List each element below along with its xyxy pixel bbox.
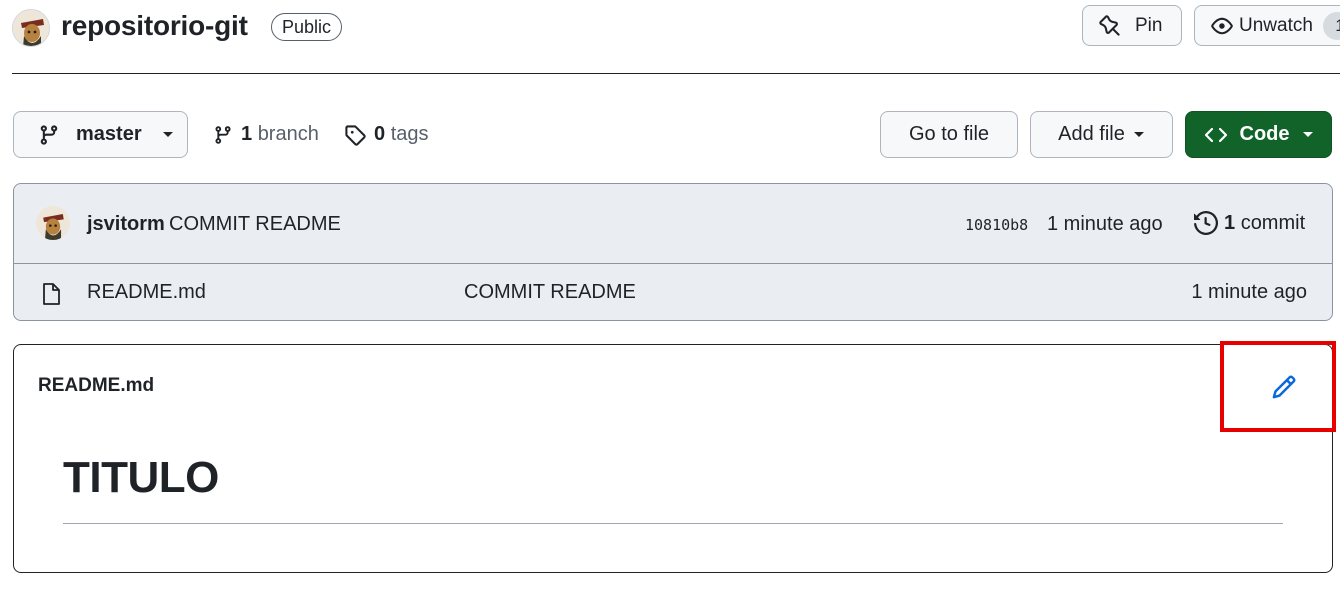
heading-divider bbox=[63, 523, 1283, 524]
file-name[interactable]: README.md bbox=[87, 281, 206, 304]
branch-count: 1 bbox=[241, 123, 253, 145]
commit-word: commit bbox=[1240, 211, 1306, 234]
tags-link[interactable]: 0 tags bbox=[344, 123, 429, 146]
file-browser: jsvitorm COMMIT README 10810b8 1 minute … bbox=[13, 183, 1333, 321]
commit-time: 1 minute ago bbox=[1047, 213, 1163, 235]
readme-panel: README.md TITULO bbox=[13, 344, 1333, 573]
commit-count: 1 bbox=[1224, 211, 1236, 234]
unwatch-label: Unwatch bbox=[1239, 14, 1313, 36]
tag-count: 0 bbox=[374, 123, 386, 145]
file-row[interactable]: README.md COMMIT README 1 minute ago bbox=[14, 264, 1332, 320]
author-avatar[interactable] bbox=[36, 206, 70, 240]
go-to-file-button[interactable]: Go to file bbox=[880, 111, 1018, 158]
pin-label: Pin bbox=[1135, 14, 1163, 36]
code-label: Code bbox=[1239, 123, 1290, 145]
add-file-label: Add file bbox=[1058, 123, 1125, 145]
branch-word: branch bbox=[257, 123, 319, 145]
commit-sha[interactable]: 10810b8 bbox=[965, 216, 1028, 234]
unwatch-button[interactable]: Unwatch 1 bbox=[1194, 5, 1340, 46]
header-divider bbox=[12, 73, 1340, 74]
highlight-annotation bbox=[1220, 341, 1336, 432]
eye-icon bbox=[1211, 15, 1233, 37]
branch-select-button[interactable]: master bbox=[13, 111, 188, 158]
git-branch-icon bbox=[38, 124, 60, 146]
code-button[interactable]: Code bbox=[1185, 111, 1332, 158]
commit-author[interactable]: jsvitorm bbox=[87, 213, 165, 236]
caret-down-icon bbox=[162, 131, 174, 139]
add-file-button[interactable]: Add file bbox=[1030, 111, 1173, 158]
caret-down-icon bbox=[1133, 131, 1145, 139]
owner-avatar[interactable] bbox=[12, 9, 50, 47]
pin-icon bbox=[1099, 14, 1121, 37]
visibility-badge: Public bbox=[271, 13, 343, 41]
commit-message[interactable]: COMMIT README bbox=[169, 213, 341, 236]
file-icon bbox=[40, 282, 62, 306]
commits-link[interactable]: 1 commit bbox=[1194, 211, 1305, 235]
repo-name[interactable]: repositorio-git bbox=[61, 10, 248, 42]
readme-heading: TITULO bbox=[63, 453, 219, 502]
file-commit-message[interactable]: COMMIT README bbox=[464, 281, 636, 304]
caret-down-icon bbox=[1302, 131, 1314, 139]
file-time: 1 minute ago bbox=[1191, 281, 1307, 303]
branches-link[interactable]: 1 branch bbox=[213, 123, 319, 146]
pin-button[interactable]: Pin bbox=[1082, 5, 1182, 46]
tag-word: tags bbox=[390, 123, 429, 145]
git-branch-icon bbox=[213, 125, 233, 145]
latest-commit-row: jsvitorm COMMIT README 10810b8 1 minute … bbox=[14, 184, 1332, 264]
code-brackets-icon bbox=[1204, 125, 1228, 145]
tag-icon bbox=[344, 124, 366, 146]
readme-title[interactable]: README.md bbox=[38, 375, 154, 397]
history-icon bbox=[1194, 211, 1218, 235]
branch-name: master bbox=[76, 123, 142, 145]
watch-count: 1 bbox=[1322, 11, 1340, 40]
